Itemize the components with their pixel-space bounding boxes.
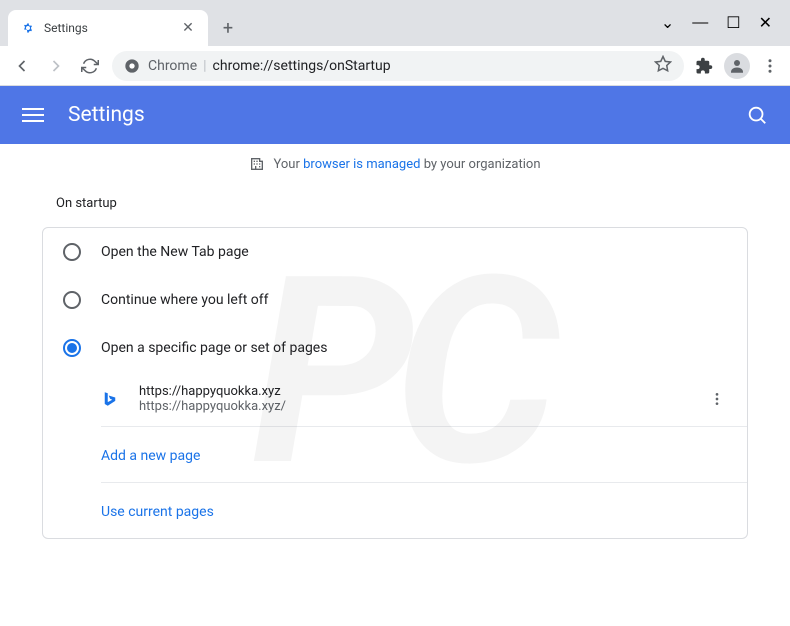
- page-info: https://happyquokka.xyz https://happyquo…: [139, 384, 707, 414]
- minimize-button[interactable]: —: [692, 14, 708, 32]
- url-text: Chrome | chrome://settings/onStartup: [148, 58, 391, 74]
- startup-card: Open the New Tab page Continue where you…: [42, 227, 748, 539]
- radio-continue[interactable]: Continue where you left off: [43, 276, 747, 324]
- pages-list: https://happyquokka.xyz https://happyquo…: [43, 372, 747, 538]
- toolbar: Chrome | chrome://settings/onStartup: [0, 46, 790, 86]
- bing-favicon-icon: [101, 390, 119, 408]
- hamburger-menu-icon[interactable]: [22, 104, 44, 126]
- radio-specific-pages[interactable]: Open a specific page or set of pages: [43, 324, 747, 372]
- add-page-row: Add a new page: [101, 427, 747, 483]
- use-current-link[interactable]: Use current pages: [101, 504, 214, 520]
- radio-icon: [63, 243, 81, 261]
- search-icon[interactable]: [746, 104, 768, 126]
- browser-tab[interactable]: Settings ✕: [8, 10, 208, 46]
- page-menu-button[interactable]: [707, 389, 727, 409]
- profile-avatar[interactable]: [724, 53, 750, 79]
- gear-icon: [20, 20, 36, 36]
- back-button[interactable]: [10, 54, 34, 78]
- use-current-row: Use current pages: [101, 483, 747, 538]
- radio-icon: [63, 291, 81, 309]
- section-title: On startup: [56, 196, 748, 211]
- maximize-button[interactable]: ☐: [726, 13, 740, 33]
- window-controls: ⌄ — ☐ ✕: [661, 0, 790, 46]
- window-titlebar: Settings ✕ + ⌄ — ☐ ✕: [0, 0, 790, 46]
- managed-link[interactable]: browser is managed: [303, 157, 420, 172]
- bookmark-star-icon[interactable]: [654, 55, 672, 77]
- forward-button[interactable]: [44, 54, 68, 78]
- content: On startup Open the New Tab page Continu…: [0, 196, 790, 539]
- managed-notice: Your browser is managed by your organiza…: [0, 144, 790, 184]
- reload-button[interactable]: [78, 54, 102, 78]
- extensions-icon[interactable]: [694, 56, 714, 76]
- building-icon: [249, 156, 265, 172]
- page-item: https://happyquokka.xyz https://happyquo…: [101, 372, 747, 427]
- close-window-button[interactable]: ✕: [759, 13, 772, 33]
- new-tab-button[interactable]: +: [214, 14, 242, 42]
- address-bar[interactable]: Chrome | chrome://settings/onStartup: [112, 51, 684, 81]
- radio-icon: [63, 339, 81, 357]
- tab-close-button[interactable]: ✕: [180, 20, 196, 36]
- tab-title: Settings: [44, 21, 180, 35]
- chrome-icon: [124, 58, 140, 74]
- menu-dots-icon[interactable]: [760, 56, 780, 76]
- add-page-link[interactable]: Add a new page: [101, 448, 200, 464]
- chevron-down-icon[interactable]: ⌄: [661, 13, 674, 33]
- radio-new-tab[interactable]: Open the New Tab page: [43, 228, 747, 276]
- settings-header: Settings: [0, 86, 790, 144]
- page-title: Settings: [68, 103, 746, 127]
